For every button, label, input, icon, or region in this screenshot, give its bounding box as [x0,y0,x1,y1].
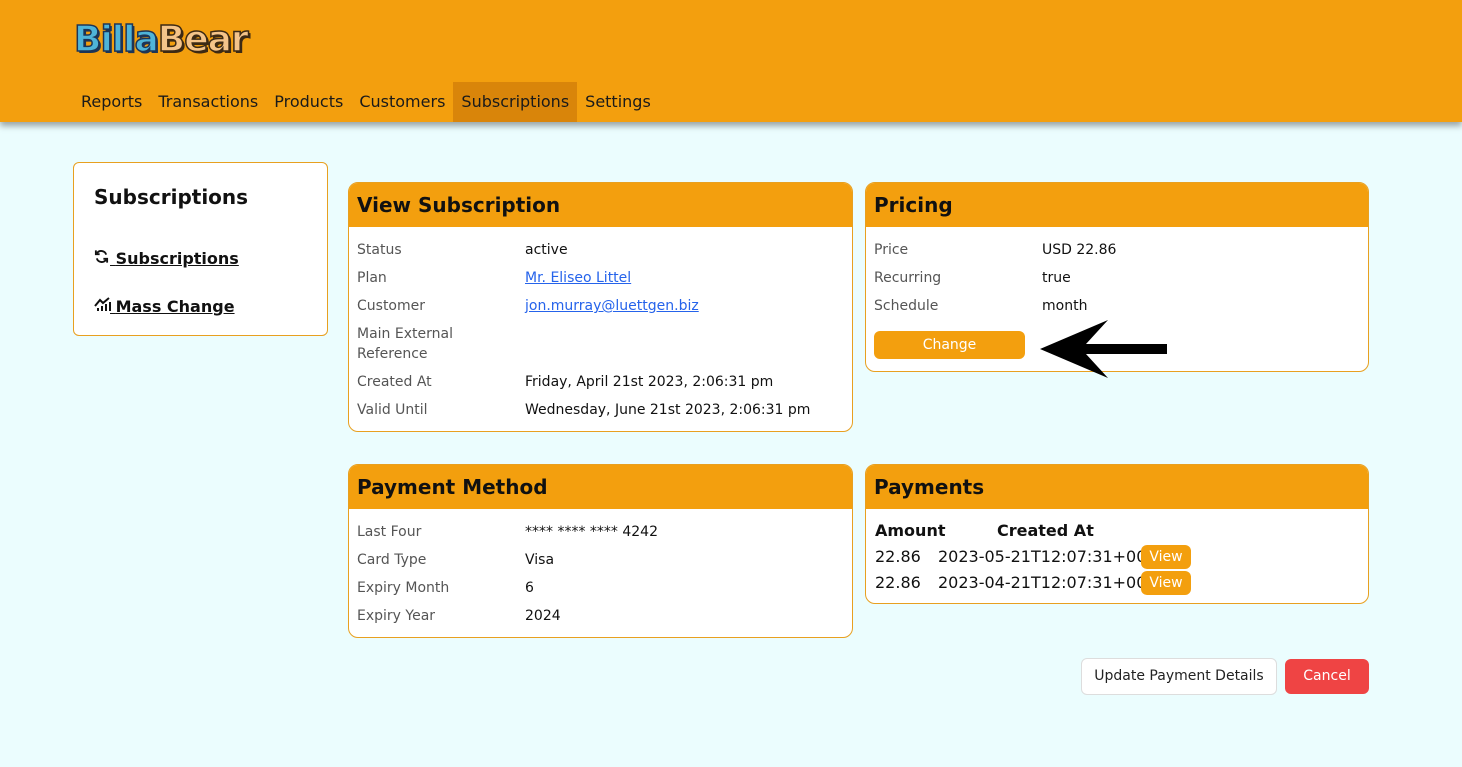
detail-value: Friday, April 21st 2023, 2:06:31 pm [525,374,774,390]
detail-label: Expiry Month [357,580,450,596]
brand-logo-part2: Bear [157,18,249,61]
detail-label: Valid Until [357,402,428,418]
payment-created-at: 2023-05-21T12:07:31+00:00 [938,547,1173,566]
nav-item-products[interactable]: Products [266,82,351,122]
nav-item-reports[interactable]: Reports [73,82,150,122]
payments-title: Payments [866,465,1368,509]
view-subscription-title: View Subscription [349,183,852,227]
sidebar-title: Subscriptions [94,185,249,209]
detail-label: Customer [357,298,426,314]
payment-method-title: Payment Method [349,465,852,509]
sidebar-item-subscriptions[interactable]: Subscriptions [94,249,239,268]
payments-header-amount: Amount [875,521,946,540]
view-payment-button[interactable]: View [1141,571,1191,595]
change-price-button[interactable]: Change [874,331,1025,359]
top-header: BillaBear Reports Transactions Products … [0,0,1462,122]
detail-value: 6 [525,580,534,596]
detail-label: Schedule [874,298,939,314]
detail-value: Wednesday, June 21st 2023, 2:06:31 pm [525,402,811,418]
brand-logo[interactable]: BillaBear [73,18,249,62]
view-payment-button[interactable]: View [1141,545,1191,569]
arrow-left-icon [1040,320,1167,378]
detail-label: Created At [357,374,432,390]
detail-label: Status [357,242,402,258]
detail-value: Visa [525,552,555,568]
main-nav: Reports Transactions Products Customers … [73,82,659,122]
detail-value: true [1042,270,1071,286]
customer-link[interactable]: jon.murray@luettgen.biz [525,298,699,314]
payments-header-created-at: Created At [997,521,1094,540]
chart-icon [94,297,111,316]
refresh-icon [94,249,110,268]
plan-link[interactable]: Mr. Eliseo Littel [525,270,631,286]
detail-label: Recurring [874,270,942,286]
nav-item-settings[interactable]: Settings [577,82,659,122]
detail-value: active [525,242,568,258]
detail-label: Price [874,242,909,258]
detail-value: **** **** **** 4242 [525,524,658,540]
detail-value: USD 22.86 [1042,242,1117,258]
payment-method-card: Payment Method Last Four **** **** **** … [348,464,853,638]
update-payment-details-button[interactable]: Update Payment Details [1081,658,1277,695]
sidebar-item-subscriptions-label: Subscriptions [115,249,239,268]
detail-label: Card Type [357,552,427,568]
brand-logo-part1: Billa [73,18,159,61]
sidebar-item-mass-change-label: Mass Change [115,297,235,316]
view-subscription-card: View Subscription Status active Plan Mr.… [348,182,853,432]
detail-label: Plan [357,270,387,286]
sidebar: Subscriptions Subscriptions Mass Change [73,162,328,336]
pricing-title: Pricing [866,183,1368,227]
detail-label: Expiry Year [357,608,436,624]
payment-amount: 22.86 [875,547,921,566]
cancel-subscription-button[interactable]: Cancel [1285,659,1369,694]
detail-label: Last Four [357,524,422,540]
detail-value: 2024 [525,608,561,624]
payment-created-at: 2023-04-21T12:07:31+00:00 [938,573,1173,592]
nav-item-customers[interactable]: Customers [351,82,453,122]
nav-item-subscriptions[interactable]: Subscriptions [453,82,578,122]
nav-item-transactions[interactable]: Transactions [150,82,266,122]
detail-value: month [1042,298,1088,314]
sidebar-item-mass-change[interactable]: Mass Change [94,297,235,316]
payments-card: Payments Amount Created At 22.86 2023-05… [865,464,1369,604]
payment-amount: 22.86 [875,573,921,592]
detail-label: Main External Reference [357,326,453,362]
